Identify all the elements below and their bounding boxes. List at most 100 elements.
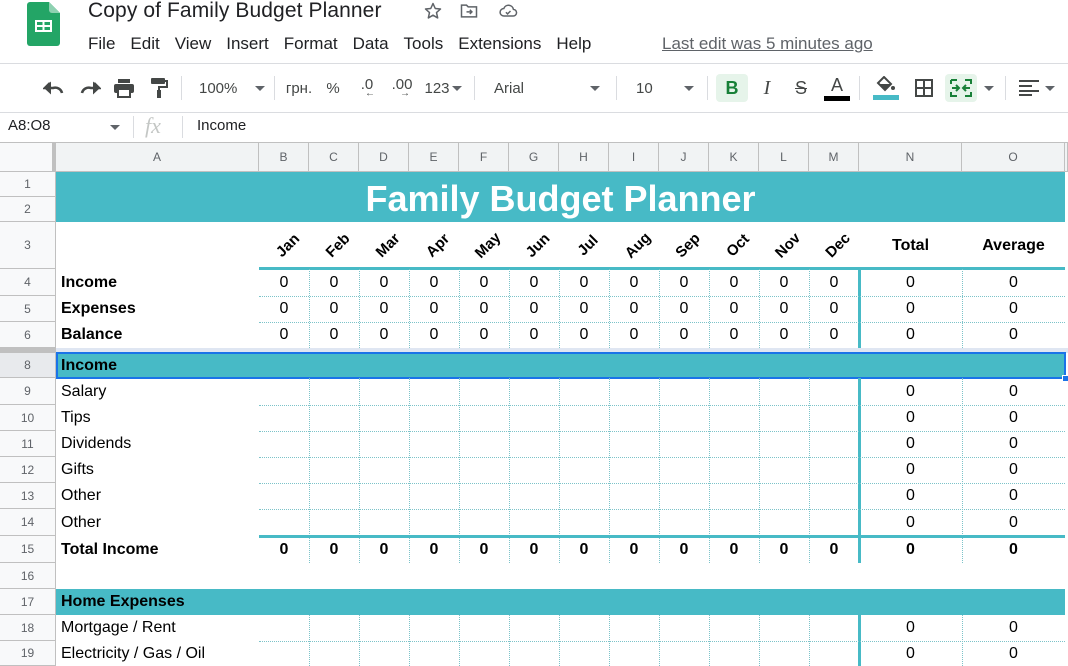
- income-item-total[interactable]: 0: [859, 457, 962, 483]
- home-item-total[interactable]: 0: [859, 641, 962, 666]
- summary-cell[interactable]: 0: [509, 322, 559, 348]
- income-item-cell[interactable]: [359, 457, 409, 483]
- income-item-cell[interactable]: [459, 483, 509, 509]
- row-header-8[interactable]: 8: [0, 353, 56, 378]
- home-item-cell[interactable]: [659, 615, 709, 641]
- income-item-cell[interactable]: [809, 378, 859, 405]
- currency-format-button[interactable]: грн.: [281, 74, 317, 102]
- decrease-decimal-button[interactable]: .0 ←: [352, 74, 382, 102]
- income-item-cell[interactable]: [559, 405, 609, 431]
- summary-cell[interactable]: 0: [359, 322, 409, 348]
- column-header-i[interactable]: I: [609, 142, 659, 172]
- summary-cell[interactable]: 0: [709, 322, 759, 348]
- menu-file[interactable]: File: [88, 34, 115, 54]
- merge-cells-icon[interactable]: [945, 74, 977, 102]
- income-item-cell[interactable]: [409, 483, 459, 509]
- row-header-13[interactable]: 13: [0, 483, 56, 509]
- income-item-average[interactable]: 0: [962, 509, 1065, 536]
- income-item-cell[interactable]: [609, 457, 659, 483]
- summary-cell[interactable]: 0: [609, 322, 659, 348]
- redo-icon[interactable]: [76, 74, 104, 102]
- row-header-15[interactable]: 15: [0, 536, 56, 563]
- row-header-6[interactable]: 6: [0, 322, 56, 348]
- income-item-total[interactable]: 0: [859, 509, 962, 536]
- income-item-cell[interactable]: [259, 483, 309, 509]
- income-item-cell[interactable]: [709, 483, 759, 509]
- menu-tools[interactable]: Tools: [404, 34, 444, 54]
- summary-cell[interactable]: 0: [709, 269, 759, 296]
- home-item-cell[interactable]: [359, 615, 409, 641]
- home-item-cell[interactable]: [759, 641, 809, 666]
- total-income-cell[interactable]: 0: [759, 536, 809, 563]
- summary-cell[interactable]: 0: [809, 322, 859, 348]
- income-item-cell[interactable]: [759, 431, 809, 457]
- column-header-n[interactable]: N: [859, 142, 962, 172]
- summary-cell[interactable]: 0: [759, 269, 809, 296]
- income-item-cell[interactable]: [459, 378, 509, 405]
- income-item-cell[interactable]: [259, 457, 309, 483]
- income-item-average[interactable]: 0: [962, 483, 1065, 509]
- more-formats-button[interactable]: 123: [421, 74, 465, 102]
- percent-format-button[interactable]: %: [322, 74, 344, 102]
- row-header-14[interactable]: 14: [0, 509, 56, 536]
- row-header-11[interactable]: 11: [0, 431, 56, 457]
- income-item-cell[interactable]: [709, 431, 759, 457]
- increase-decimal-button[interactable]: .00 →: [387, 74, 417, 102]
- total-income-cell[interactable]: 0: [659, 536, 709, 563]
- summary-cell[interactable]: 0: [559, 296, 609, 322]
- name-box[interactable]: A8:O8: [8, 117, 51, 134]
- home-section-header[interactable]: Home Expenses: [61, 589, 185, 615]
- income-item-cell[interactable]: [509, 457, 559, 483]
- total-income-cell[interactable]: 0: [459, 536, 509, 563]
- income-item-cell[interactable]: [659, 457, 709, 483]
- income-item-cell[interactable]: [759, 405, 809, 431]
- summary-cell[interactable]: 0: [659, 322, 709, 348]
- summary-cell[interactable]: 0: [309, 296, 359, 322]
- summary-cell[interactable]: 0: [809, 296, 859, 322]
- income-item-cell[interactable]: [509, 509, 559, 536]
- column-header-m[interactable]: M: [809, 142, 859, 172]
- income-item-cell[interactable]: [459, 405, 509, 431]
- income-item-cell[interactable]: [259, 405, 309, 431]
- income-item-cell[interactable]: [309, 483, 359, 509]
- income-item-cell[interactable]: [809, 431, 859, 457]
- income-item-cell[interactable]: [559, 509, 609, 536]
- summary-cell[interactable]: 0: [759, 296, 809, 322]
- income-item-cell[interactable]: [559, 483, 609, 509]
- home-item-cell[interactable]: [409, 615, 459, 641]
- row-header-9[interactable]: 9: [0, 378, 56, 405]
- italic-button[interactable]: I: [753, 74, 781, 102]
- row-header-4[interactable]: 4: [0, 269, 56, 296]
- menu-extensions[interactable]: Extensions: [458, 34, 541, 54]
- income-item-cell[interactable]: [509, 431, 559, 457]
- summary-cell[interactable]: 0: [309, 322, 359, 348]
- menu-insert[interactable]: Insert: [226, 34, 269, 54]
- income-item-cell[interactable]: [359, 509, 409, 536]
- income-item-cell[interactable]: [759, 509, 809, 536]
- column-header-g[interactable]: G: [509, 142, 559, 172]
- star-icon[interactable]: [423, 1, 443, 21]
- summary-cell[interactable]: 0: [359, 269, 409, 296]
- home-item-cell[interactable]: [509, 641, 559, 666]
- column-header-d[interactable]: D: [359, 142, 409, 172]
- income-item-cell[interactable]: [709, 509, 759, 536]
- last-edit-link[interactable]: Last edit was 5 minutes ago: [662, 34, 873, 54]
- merge-type-dropdown[interactable]: [980, 74, 998, 102]
- home-item-average[interactable]: 0: [962, 615, 1065, 641]
- hidden-row-7-marker[interactable]: [0, 348, 56, 353]
- horizontal-align-button[interactable]: [1014, 74, 1060, 102]
- summary-cell[interactable]: 0: [509, 269, 559, 296]
- summary-cell[interactable]: 0: [259, 296, 309, 322]
- income-item-average[interactable]: 0: [962, 378, 1065, 405]
- income-item-cell[interactable]: [409, 405, 459, 431]
- column-header-h[interactable]: H: [559, 142, 609, 172]
- total-income-cell[interactable]: 0: [809, 536, 859, 563]
- total-income-cell[interactable]: 0: [409, 536, 459, 563]
- row-header-17[interactable]: 17: [0, 589, 56, 615]
- home-item-cell[interactable]: [459, 615, 509, 641]
- income-item-cell[interactable]: [809, 405, 859, 431]
- summary-cell[interactable]: 0: [809, 269, 859, 296]
- summary-cell[interactable]: 0: [709, 296, 759, 322]
- income-item-cell[interactable]: [309, 457, 359, 483]
- home-item-cell[interactable]: [259, 641, 309, 666]
